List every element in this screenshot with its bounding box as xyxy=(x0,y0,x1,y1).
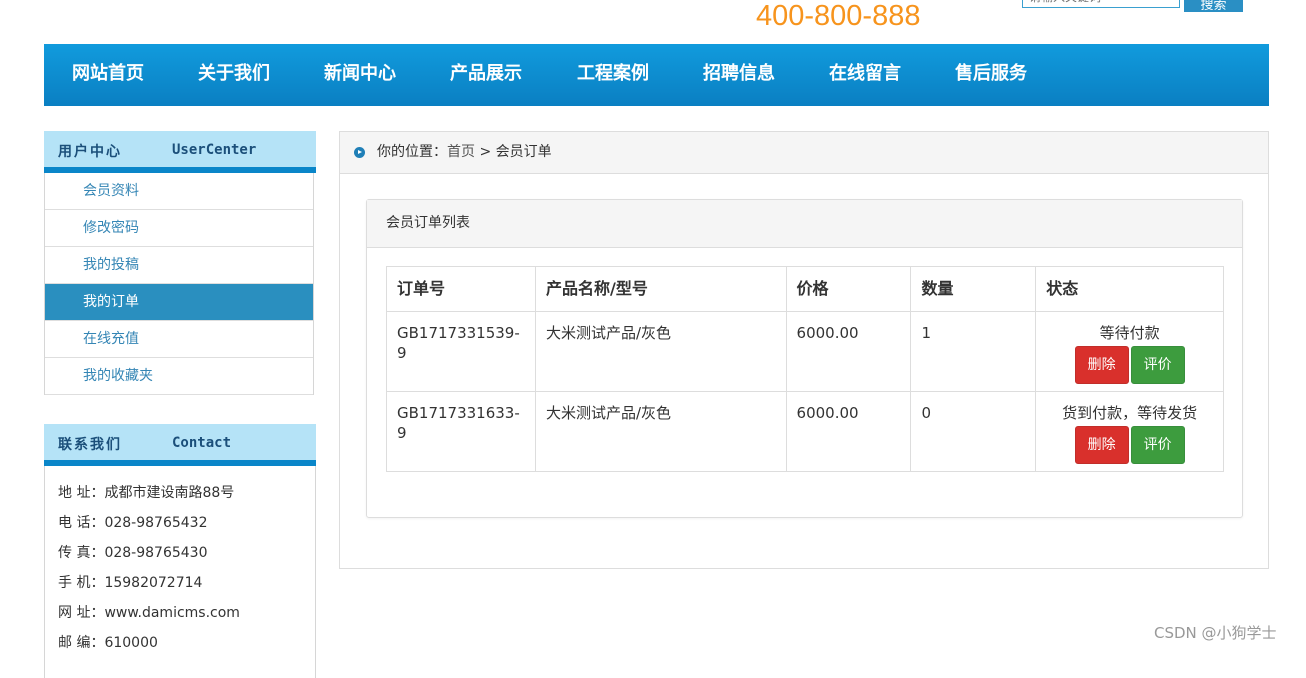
breadcrumb-home-link[interactable]: 首页 xyxy=(447,144,475,160)
nav-item-jobs[interactable]: 招聘信息 xyxy=(703,44,775,106)
menu-item-favorites[interactable]: 我的收藏夹 xyxy=(45,358,313,395)
contact-label: 手 机： xyxy=(58,575,105,591)
col-price: 价格 xyxy=(785,266,912,312)
table-header-row: 订单号 产品名称/型号 价格 数量 状态 xyxy=(386,266,1224,312)
table-row: GB1717331633-9 大米测试产品/灰色 6000.00 0 货到付款，… xyxy=(386,391,1224,472)
contact-value: 成都市建设南路88号 xyxy=(104,485,235,501)
contact-label: 邮 编： xyxy=(58,635,105,651)
contact-header: 联系我们 Contact xyxy=(44,424,316,466)
nav-item-products[interactable]: 产品展示 xyxy=(450,44,522,106)
menu-item-recharge[interactable]: 在线充值 xyxy=(45,321,313,358)
main-nav: 网站首页 关于我们 新闻中心 产品展示 工程案例 招聘信息 在线留言 售后服务 xyxy=(44,44,1269,106)
nav-item-home[interactable]: 网站首页 xyxy=(72,44,144,106)
col-status: 状态 xyxy=(1035,266,1224,312)
price-cell: 6000.00 xyxy=(785,391,912,472)
contact-title: 联系我们 xyxy=(58,437,122,453)
price-cell: 6000.00 xyxy=(785,311,912,392)
search-button[interactable]: 搜索 xyxy=(1184,0,1243,13)
nav-item-service[interactable]: 售后服务 xyxy=(955,44,1027,106)
contact-label: 传 真： xyxy=(58,545,105,561)
contact-value: 15982072714 xyxy=(104,575,203,591)
status-text: 等待付款 xyxy=(1099,324,1160,342)
contact-address: 地 址：成都市建设南路88号 xyxy=(45,478,315,508)
contact-title-en: Contact xyxy=(172,435,232,451)
main-content: 你的位置：首页 > 会员订单 会员订单列表 订单号 产品名称/型号 价格 数量 … xyxy=(339,131,1269,569)
contact-label: 网 址： xyxy=(58,605,105,621)
watermark: CSDN @小狗学士 xyxy=(1154,624,1277,642)
contact-value: 610000 xyxy=(104,635,158,651)
delete-button[interactable]: 删除 xyxy=(1074,426,1129,464)
menu-item-my-orders[interactable]: 我的订单 xyxy=(45,284,313,321)
contact-website: 网 址：www.damicms.com xyxy=(45,598,315,628)
order-no-cell: GB1717331539-9 xyxy=(386,311,536,392)
contact-postcode: 邮 编：610000 xyxy=(45,628,315,658)
contact-value: www.damicms.com xyxy=(104,605,240,621)
contact-label: 地 址： xyxy=(58,485,105,501)
contact-value: 028-98765430 xyxy=(104,545,208,561)
contact-fax: 传 真：028-98765430 xyxy=(45,538,315,568)
nav-item-cases[interactable]: 工程案例 xyxy=(577,44,649,106)
orders-panel-title: 会员订单列表 xyxy=(367,200,1242,248)
arrow-circle-icon xyxy=(354,147,365,158)
contact-phone: 电 话：028-98765432 xyxy=(45,508,315,538)
contact-info: 地 址：成都市建设南路88号 电 话：028-98765432 传 真：028-… xyxy=(44,466,316,678)
status-cell: 等待付款 删除 评价 xyxy=(1035,311,1224,392)
product-cell: 大米测试产品/灰色 xyxy=(534,311,787,392)
menu-item-submissions[interactable]: 我的投稿 xyxy=(45,247,313,284)
user-center-box: 用户中心 UserCenter 会员资料 修改密码 我的投稿 我的订单 在线充值… xyxy=(44,131,316,395)
contact-label: 电 话： xyxy=(58,515,105,531)
orders-panel: 会员订单列表 订单号 产品名称/型号 价格 数量 状态 GB1717331539… xyxy=(366,199,1243,518)
user-center-menu: 会员资料 修改密码 我的投稿 我的订单 在线充值 我的收藏夹 xyxy=(44,173,314,395)
status-cell: 货到付款，等待发货 删除 评价 xyxy=(1035,391,1224,472)
breadcrumb-current: 会员订单 xyxy=(495,144,552,160)
nav-item-message[interactable]: 在线留言 xyxy=(829,44,901,106)
menu-item-profile[interactable]: 会员资料 xyxy=(45,173,313,210)
col-product: 产品名称/型号 xyxy=(534,266,787,312)
qty-cell: 0 xyxy=(910,391,1037,472)
hotline-number: 400-800-888 xyxy=(756,0,921,32)
breadcrumb-text: 你的位置：首页 > 会员订单 xyxy=(377,132,552,173)
product-cell: 大米测试产品/灰色 xyxy=(534,391,787,472)
nav-item-about[interactable]: 关于我们 xyxy=(198,44,270,106)
col-qty: 数量 xyxy=(910,266,1037,312)
rate-button[interactable]: 评价 xyxy=(1130,426,1185,464)
user-center-title-en: UserCenter xyxy=(172,142,257,158)
table-row: GB1717331539-9 大米测试产品/灰色 6000.00 1 等待付款 … xyxy=(386,311,1224,392)
orders-table: 订单号 产品名称/型号 价格 数量 状态 GB1717331539-9 大米测试… xyxy=(386,266,1224,472)
contact-mobile: 手 机：15982072714 xyxy=(45,568,315,598)
user-center-title: 用户中心 xyxy=(58,144,122,160)
breadcrumb: 你的位置：首页 > 会员订单 xyxy=(340,132,1268,174)
search-input[interactable] xyxy=(1022,0,1180,8)
status-text: 货到付款，等待发货 xyxy=(1062,404,1198,422)
breadcrumb-separator: > xyxy=(475,144,496,160)
delete-button[interactable]: 删除 xyxy=(1074,346,1129,384)
contact-value: 028-98765432 xyxy=(104,515,208,531)
order-no-cell: GB1717331633-9 xyxy=(386,391,536,472)
col-order-no: 订单号 xyxy=(386,266,536,312)
contact-box: 联系我们 Contact 地 址：成都市建设南路88号 电 话：028-9876… xyxy=(44,424,316,678)
nav-item-news[interactable]: 新闻中心 xyxy=(324,44,396,106)
qty-cell: 1 xyxy=(910,311,1037,392)
breadcrumb-prefix: 你的位置： xyxy=(377,144,447,160)
user-center-header: 用户中心 UserCenter xyxy=(44,131,316,173)
menu-item-change-password[interactable]: 修改密码 xyxy=(45,210,313,247)
rate-button[interactable]: 评价 xyxy=(1130,346,1185,384)
